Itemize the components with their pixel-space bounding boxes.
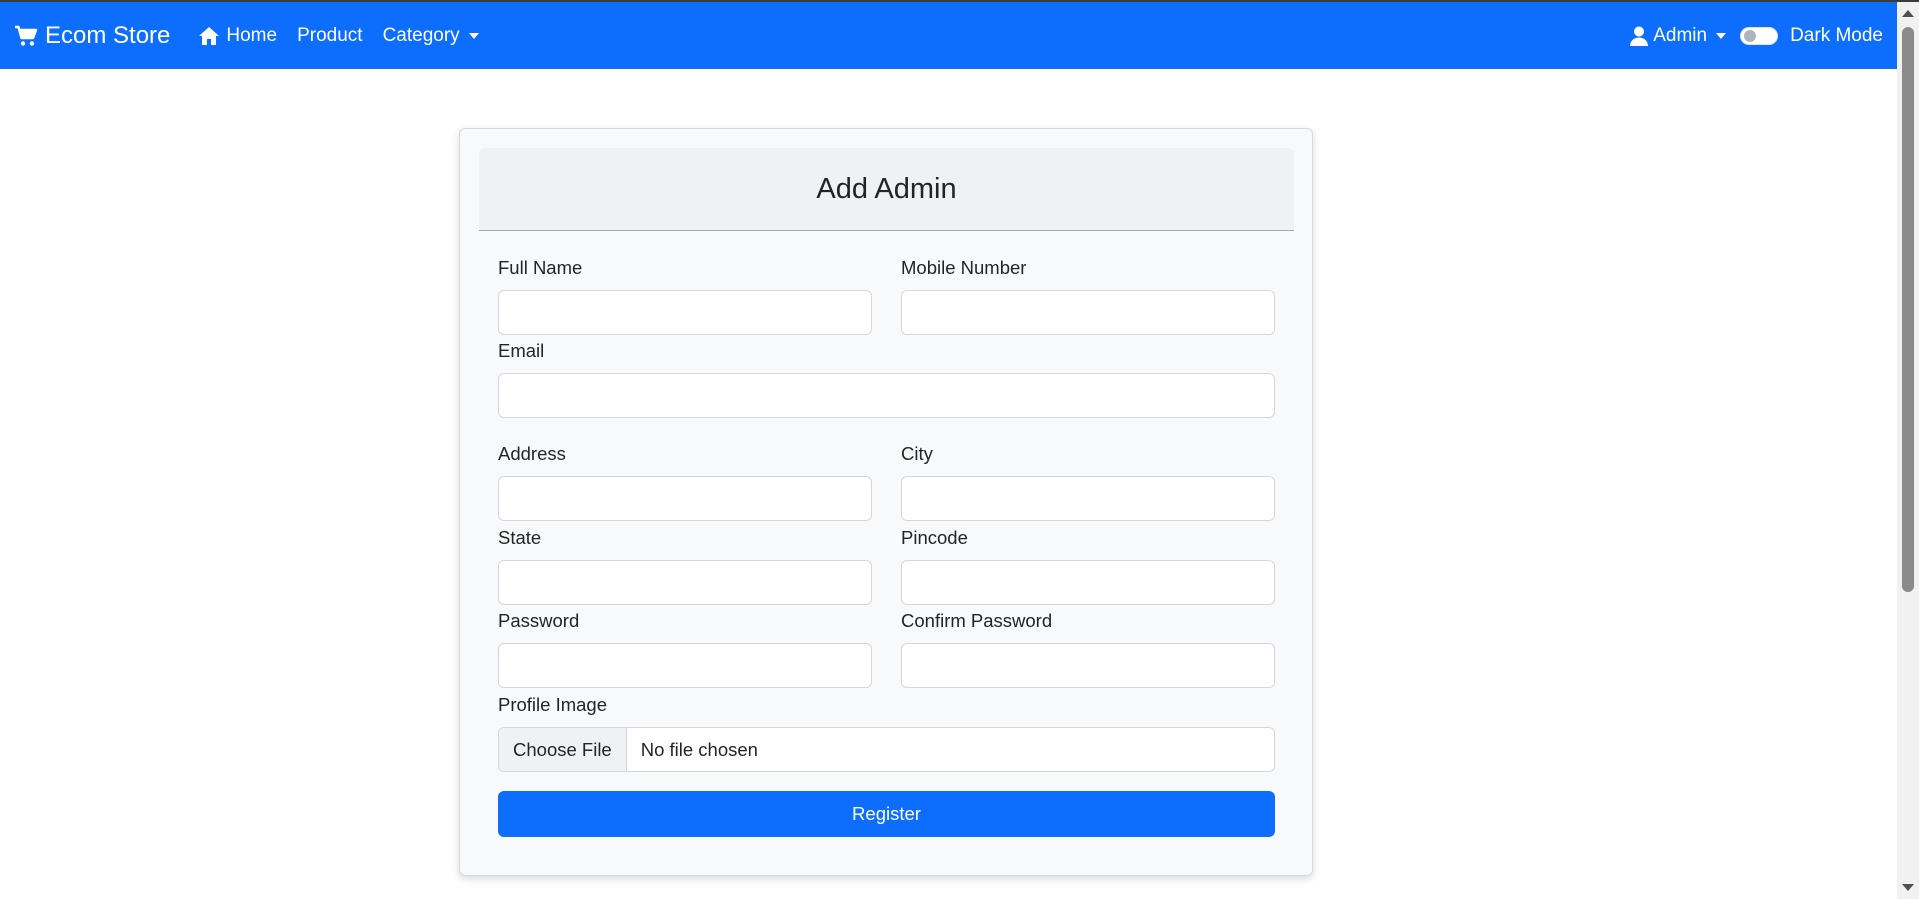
nav-home-label: Home: [226, 24, 278, 46]
navbar: Ecom Store Home Product Category Admin D…: [0, 2, 1897, 69]
nav-product[interactable]: Product: [297, 25, 362, 47]
caret-down-icon: [1716, 32, 1727, 39]
pincode-label: Pincode: [901, 527, 968, 548]
file-status: No file chosen: [640, 738, 758, 760]
scroll-down-arrow-icon[interactable]: [1902, 884, 1914, 891]
user-icon: [1630, 26, 1649, 46]
city-label: City: [901, 443, 933, 464]
nav-category-dropdown[interactable]: Category: [383, 25, 479, 47]
dark-mode-label: Dark Mode: [1790, 24, 1883, 46]
nav-category-label: Category: [382, 24, 460, 46]
confirm-password-label: Confirm Password: [901, 610, 1053, 631]
nav-product-label: Product: [297, 24, 363, 46]
address-label: Address: [498, 443, 566, 464]
full-name-input[interactable]: [498, 290, 872, 335]
profile-image-file-input[interactable]: Choose File No file chosen: [498, 727, 1275, 772]
admin-label: Admin: [1653, 24, 1708, 46]
email-label: Email: [498, 340, 545, 361]
address-input[interactable]: [498, 476, 872, 521]
page-scrollbar[interactable]: [1897, 2, 1919, 899]
page-title: Add Admin: [816, 172, 957, 205]
profile-image-label: Profile Image: [498, 694, 607, 715]
pincode-input[interactable]: [901, 560, 1275, 605]
nav-home[interactable]: Home: [198, 25, 277, 47]
city-input[interactable]: [901, 476, 1275, 521]
brand-label: Ecom Store: [45, 21, 171, 49]
page: Ecom Store Home Product Category Admin D…: [0, 0, 1919, 899]
mobile-number-label: Mobile Number: [901, 257, 1027, 278]
choose-file-button[interactable]: Choose File: [499, 728, 627, 771]
register-button[interactable]: Register: [498, 791, 1275, 837]
nav-right: Admin Dark Mode: [1630, 25, 1883, 47]
confirm-password-input[interactable]: [901, 643, 1275, 688]
cart-icon: [15, 25, 38, 46]
password-label: Password: [498, 610, 580, 631]
admin-dropdown[interactable]: Admin: [1630, 24, 1727, 47]
mobile-number-input[interactable]: [901, 290, 1275, 335]
home-icon: [199, 26, 220, 45]
state-label: State: [498, 527, 542, 548]
scroll-up-arrow-icon[interactable]: [1902, 10, 1914, 17]
state-input[interactable]: [498, 560, 872, 605]
email-input[interactable]: [498, 373, 1275, 418]
caret-down-icon: [468, 32, 479, 39]
toggle-knob: [1744, 29, 1757, 42]
full-name-label: Full Name: [498, 257, 583, 278]
brand-link[interactable]: Ecom Store: [14, 22, 170, 50]
scroll-thumb[interactable]: [1902, 27, 1914, 592]
dark-mode-toggle[interactable]: [1740, 26, 1779, 45]
password-input[interactable]: [498, 643, 872, 688]
add-admin-card: Add Admin Full Name Mobile Number Email …: [459, 128, 1313, 876]
card-header: Add Admin: [479, 148, 1294, 231]
